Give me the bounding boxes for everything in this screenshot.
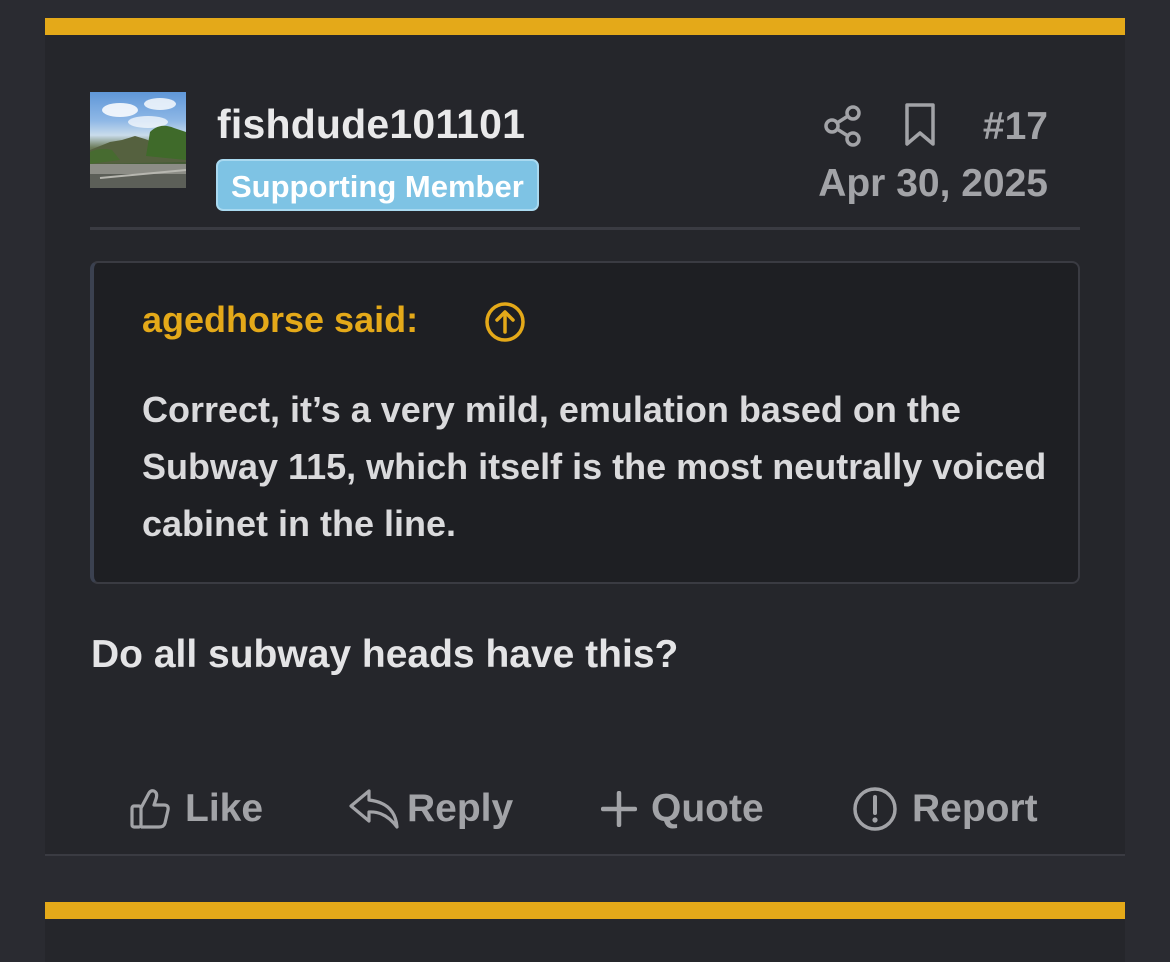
reply-label: Reply (407, 787, 514, 830)
quote-label: Quote (651, 787, 764, 830)
quote-button[interactable]: Quote (601, 783, 764, 835)
quote-block: agedhorse said: Correct, it’s a very mil… (90, 261, 1080, 584)
member-badge: Supporting Member (216, 159, 539, 211)
reply-arrow-icon (349, 789, 399, 829)
post-number-link[interactable]: #17 (983, 105, 1048, 149)
header-divider (90, 227, 1080, 230)
report-label: Report (912, 787, 1038, 830)
like-label: Like (185, 787, 264, 830)
username[interactable]: fishdude101101 (217, 101, 525, 148)
post-body: Do all subway heads have this? (91, 633, 679, 676)
report-button[interactable]: Report (852, 783, 1038, 835)
quote-text: Correct, it’s a very mild, emulation bas… (142, 389, 1047, 544)
exclamation-circle-icon (853, 787, 897, 831)
arrow-up-circle-icon[interactable] (484, 301, 526, 343)
quote-author[interactable]: agedhorse said: (142, 299, 418, 341)
bookmark-icon[interactable] (903, 102, 937, 148)
next-post-preview (45, 902, 1125, 962)
thumbs-up-icon (130, 789, 170, 829)
reply-button[interactable]: Reply (347, 783, 513, 835)
forum-post: fishdude101101 Supporting Member #17 Apr… (45, 18, 1125, 856)
share-icon[interactable] (823, 104, 863, 148)
avatar[interactable] (90, 92, 186, 188)
like-button[interactable]: Like (129, 783, 263, 835)
avatar-landscape-image (90, 98, 186, 188)
post-date[interactable]: Apr 30, 2025 (818, 162, 1048, 206)
plus-icon (601, 791, 637, 827)
